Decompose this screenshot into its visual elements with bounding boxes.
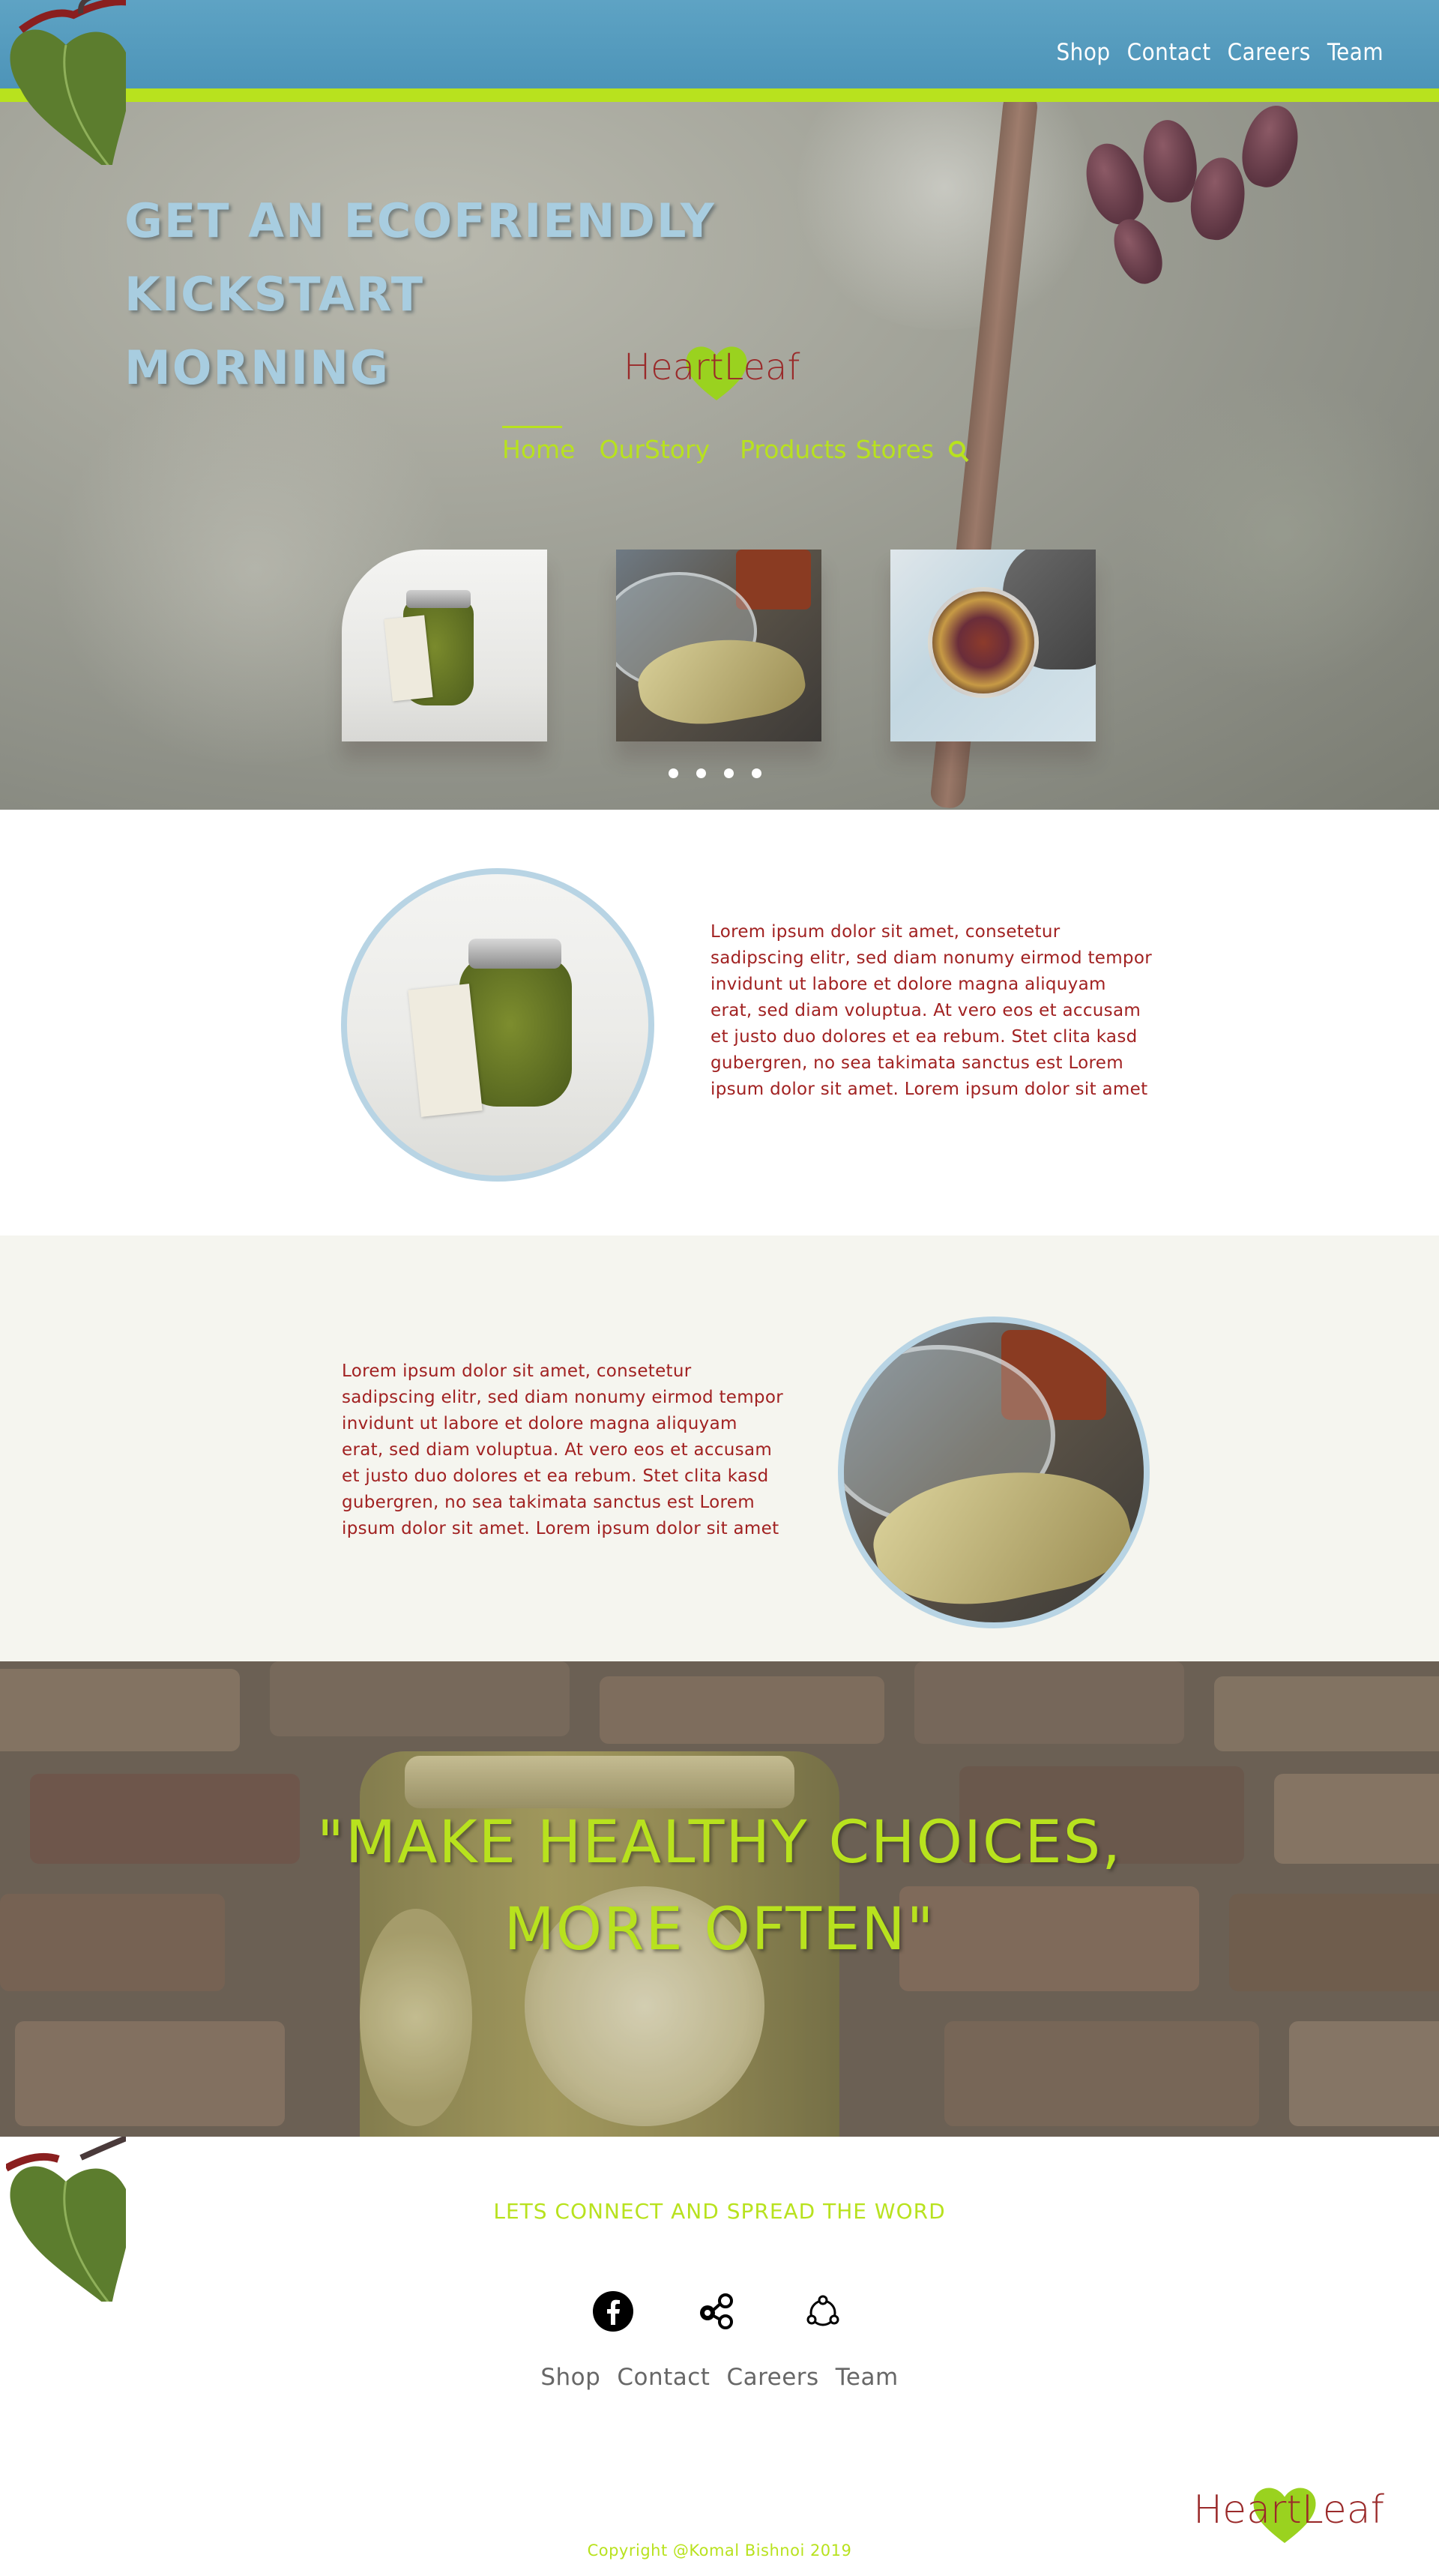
brand-logo[interactable]: Heart Leaf	[624, 346, 1439, 400]
jar-tag-image	[384, 615, 433, 702]
logo-text-heart: Heart	[1193, 2488, 1302, 2533]
search-icon[interactable]	[947, 439, 970, 465]
carousel-dot[interactable]	[752, 768, 761, 778]
main-nav: Home OurStory Products Stores	[502, 426, 970, 465]
footer-brand-logo[interactable]: Heart Leaf	[1193, 2488, 1439, 2543]
social-links	[592, 2290, 844, 2332]
footer-nav: Shop Contact Careers Team	[0, 2364, 1439, 2391]
main-nav-ourstory[interactable]: OurStory	[599, 435, 710, 465]
carousel-dot[interactable]	[696, 768, 706, 778]
jar-tag-image	[408, 984, 483, 1117]
copyright-text: Copyright @Komal Bishnoi 2019	[587, 2542, 852, 2560]
footer-nav-team[interactable]: Team	[836, 2364, 899, 2391]
hero-title-line: KICKSTART	[124, 267, 425, 322]
footer-nav-shop[interactable]: Shop	[540, 2364, 600, 2391]
quote-line: MORE OFTEN"	[504, 1896, 935, 1963]
top-bar-accent-stripe	[0, 88, 1439, 102]
hero-flower	[1234, 100, 1306, 193]
top-nav-team[interactable]: Team	[1327, 39, 1384, 66]
quote-line: "MAKE HEALTHY CHOICES,	[316, 1809, 1123, 1877]
spice-pot-image	[736, 550, 811, 610]
dried-flower-jar-image	[928, 587, 1039, 698]
connect-circle-icon[interactable]	[802, 2290, 844, 2332]
carousel-dot[interactable]	[724, 768, 734, 778]
hero-flower	[1139, 117, 1201, 205]
carousel-slide[interactable]	[342, 550, 547, 741]
quote-text: "MAKE HEALTHY CHOICES, MORE OFTEN"	[0, 1799, 1439, 1973]
feature-image-2	[838, 1316, 1150, 1628]
logo-text-heart: Heart	[624, 346, 724, 388]
hero-bokeh	[1124, 375, 1439, 690]
connect-title: LETS CONNECT AND SPREAD THE WORD	[493, 2199, 946, 2224]
hero-title-line: GET AN ECOFRIENDLY	[124, 193, 716, 248]
top-nav-careers[interactable]: Careers	[1228, 39, 1311, 66]
carousel-dot[interactable]	[669, 768, 678, 778]
logo-text-leaf: Leaf	[723, 346, 800, 388]
top-nav-shop[interactable]: Shop	[1056, 39, 1110, 66]
jar-lid-image	[468, 939, 561, 969]
share-nodes-icon[interactable]	[697, 2290, 739, 2332]
main-nav-products[interactable]: Products	[740, 435, 847, 465]
footer-nav-contact[interactable]: Contact	[617, 2364, 710, 2391]
carousel-slide[interactable]	[616, 550, 821, 741]
main-nav-stores[interactable]: Stores	[856, 435, 934, 465]
top-nav: Shop Contact Careers Team	[1056, 39, 1384, 66]
jar-lid-image	[406, 590, 471, 608]
carousel-slide[interactable]	[890, 550, 1096, 741]
facebook-icon[interactable]	[592, 2290, 634, 2332]
main-nav-home[interactable]: Home	[502, 426, 575, 465]
feature-text-2: Lorem ipsum dolor sit amet, consetetur s…	[342, 1361, 783, 1538]
footer-nav-careers[interactable]: Careers	[726, 2364, 818, 2391]
feature-text-1: Lorem ipsum dolor sit amet, consetetur s…	[711, 922, 1152, 1099]
top-nav-contact[interactable]: Contact	[1127, 39, 1211, 66]
feature-image-1	[341, 868, 654, 1182]
heart-leaf-icon	[10, 0, 126, 165]
logo-text-leaf: Leaf	[1301, 2488, 1384, 2533]
carousel-dots	[669, 768, 761, 778]
